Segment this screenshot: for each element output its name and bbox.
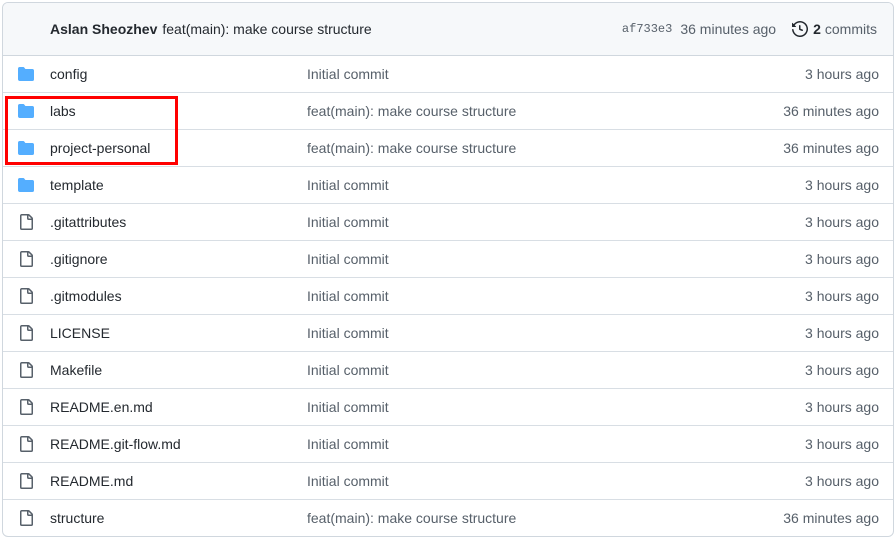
file-name[interactable]: labs [50,103,76,119]
file-name[interactable]: .gitattributes [50,214,126,230]
file-name[interactable]: project-personal [50,140,150,156]
file-age: 3 hours ago [805,177,879,193]
file-name[interactable]: README.en.md [50,399,153,415]
file-name[interactable]: README.git-flow.md [50,436,181,452]
file-commit-message[interactable]: Initial commit [307,362,389,378]
file-icon [18,251,34,267]
file-row[interactable]: README.git-flow.md Initial commit 3 hours … [3,425,893,462]
file-commit-message[interactable]: feat(main): make course structure [307,103,516,119]
file-name[interactable]: template [50,177,104,193]
file-commit-message[interactable]: Initial commit [307,473,389,489]
file-icon [18,510,34,526]
file-row[interactable]: labs feat(main): make course structure 36 … [3,92,893,129]
file-age: 36 minutes ago [783,140,879,156]
file-age: 3 hours ago [805,251,879,267]
file-row[interactable]: README.md Initial commit 3 hours ago [3,462,893,499]
file-icon [18,362,34,378]
file-icon [18,473,34,489]
file-commit-message[interactable]: feat(main): make course structure [307,140,516,156]
file-row[interactable]: .gitmodules Initial commit 3 hours ago [3,277,893,314]
history-icon [792,21,809,37]
file-age: 3 hours ago [805,436,879,452]
file-commit-message[interactable]: Initial commit [307,325,389,341]
file-age: 3 hours ago [805,399,879,415]
file-icon [18,325,34,341]
file-name[interactable]: README.md [50,473,133,489]
file-age: 3 hours ago [805,362,879,378]
file-commit-message[interactable]: Initial commit [307,214,389,230]
file-icon [18,214,34,230]
folder-icon [18,103,34,119]
commit-author[interactable]: Aslan Sheozhev [50,21,157,37]
folder-icon [18,66,34,82]
file-list: config Initial commit 3 hours ago labs feat(… [3,56,893,536]
file-commit-message[interactable]: Initial commit [307,66,389,82]
file-age: 3 hours ago [805,325,879,341]
file-row[interactable]: project-personal feat(main): make course … [3,129,893,166]
latest-commit-bar: Aslan Sheozhev feat(main): make course s… [3,3,893,56]
file-age: 3 hours ago [805,473,879,489]
file-commit-message[interactable]: Initial commit [307,251,389,267]
commit-message[interactable]: feat(main): make course structure [162,21,371,37]
file-row[interactable]: template Initial commit 3 hours ago [3,166,893,203]
commits-count: 2 [813,21,821,37]
file-icon [18,288,34,304]
file-commit-message[interactable]: Initial commit [307,177,389,193]
file-commit-message[interactable]: Initial commit [307,436,389,452]
file-age: 36 minutes ago [783,510,879,526]
file-row[interactable]: README.en.md Initial commit 3 hours ago [3,388,893,425]
file-age: 3 hours ago [805,66,879,82]
folder-icon [18,177,34,193]
commits-link[interactable]: 2 commits [792,21,877,37]
file-commit-message[interactable]: Initial commit [307,399,389,415]
file-name[interactable]: .gitmodules [50,288,122,304]
file-icon [18,399,34,415]
commit-time: 36 minutes ago [680,21,777,37]
file-row[interactable]: .gitattributes Initial commit 3 hours ago [3,203,893,240]
file-name[interactable]: LICENSE [50,325,110,341]
file-icon [18,436,34,452]
commit-sha[interactable]: af733e3 [622,22,672,36]
file-age: 36 minutes ago [783,103,879,119]
folder-icon [18,140,34,156]
file-row[interactable]: structure feat(main): make course structu… [3,499,893,536]
file-row[interactable]: config Initial commit 3 hours ago [3,56,893,92]
file-name[interactable]: config [50,66,87,82]
file-name[interactable]: .gitignore [50,251,108,267]
file-row[interactable]: Makefile Initial commit 3 hours ago [3,351,893,388]
file-name[interactable]: structure [50,510,104,526]
file-row[interactable]: .gitignore Initial commit 3 hours ago [3,240,893,277]
file-row[interactable]: LICENSE Initial commit 3 hours ago [3,314,893,351]
file-name[interactable]: Makefile [50,362,102,378]
commits-label: commits [824,21,877,37]
file-age: 3 hours ago [805,214,879,230]
file-browser: Aslan Sheozhev feat(main): make course s… [2,2,894,537]
file-age: 3 hours ago [805,288,879,304]
file-commit-message[interactable]: feat(main): make course structure [307,510,516,526]
file-commit-message[interactable]: Initial commit [307,288,389,304]
